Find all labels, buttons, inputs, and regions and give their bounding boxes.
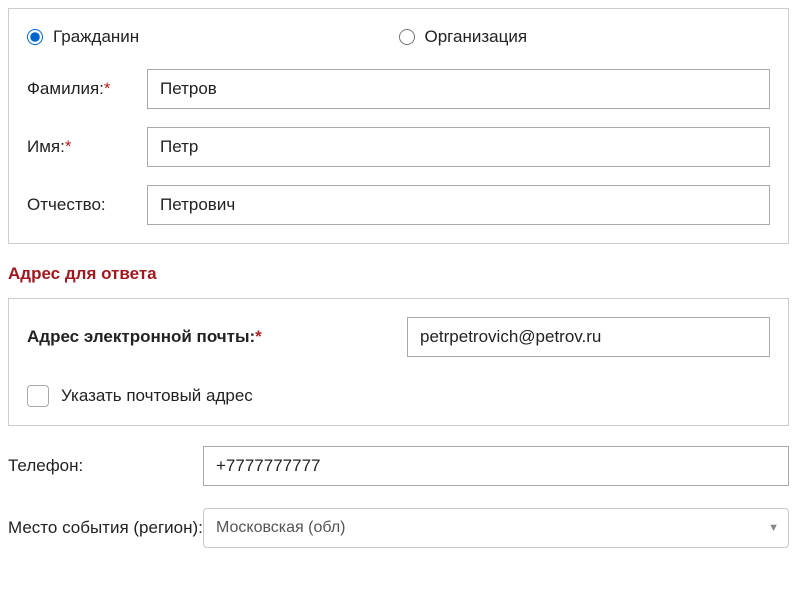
- region-select-value: Московская (обл): [216, 519, 346, 537]
- region-select[interactable]: Московская (обл): [203, 508, 789, 548]
- postal-checkbox-row: Указать почтовый адрес: [27, 385, 770, 407]
- patronymic-row: Отчество:: [27, 185, 770, 225]
- email-row: Адрес электронной почты:*: [27, 317, 770, 357]
- organization-radio[interactable]: [399, 29, 415, 45]
- firstname-label: Имя:*: [27, 137, 147, 157]
- required-marker: *: [65, 137, 72, 156]
- patronymic-input[interactable]: [147, 185, 770, 225]
- firstname-row: Имя:*: [27, 127, 770, 167]
- patronymic-label: Отчество:: [27, 195, 147, 215]
- applicant-type-radios: Гражданин Организация: [27, 27, 770, 47]
- contact-section: Телефон: Место события (регион): Московс…: [8, 446, 789, 548]
- postal-checkbox[interactable]: [27, 385, 49, 407]
- organization-radio-label: Организация: [425, 27, 528, 47]
- required-marker: *: [255, 327, 262, 346]
- region-row: Место события (регион): Московская (обл)…: [8, 508, 789, 548]
- surname-row: Фамилия:*: [27, 69, 770, 109]
- citizen-radio[interactable]: [27, 29, 43, 45]
- reply-address-title: Адрес для ответа: [8, 264, 789, 284]
- citizen-radio-group[interactable]: Гражданин: [27, 27, 399, 47]
- citizen-radio-label: Гражданин: [53, 27, 139, 47]
- postal-checkbox-label[interactable]: Указать почтовый адрес: [61, 386, 253, 406]
- firstname-input[interactable]: [147, 127, 770, 167]
- region-select-wrap: Московская (обл) ▼: [203, 508, 789, 548]
- phone-label: Телефон:: [8, 454, 203, 478]
- region-label: Место события (регион):: [8, 516, 203, 540]
- reply-address-fieldset: Адрес электронной почты:* Указать почтов…: [8, 298, 789, 426]
- organization-radio-group[interactable]: Организация: [399, 27, 528, 47]
- applicant-fieldset: Гражданин Организация Фамилия:* Имя:* От…: [8, 8, 789, 244]
- required-marker: *: [104, 79, 111, 98]
- email-label: Адрес электронной почты:*: [27, 327, 407, 347]
- email-input[interactable]: [407, 317, 770, 357]
- surname-label: Фамилия:*: [27, 79, 147, 99]
- phone-input[interactable]: [203, 446, 789, 486]
- phone-row: Телефон:: [8, 446, 789, 486]
- surname-input[interactable]: [147, 69, 770, 109]
